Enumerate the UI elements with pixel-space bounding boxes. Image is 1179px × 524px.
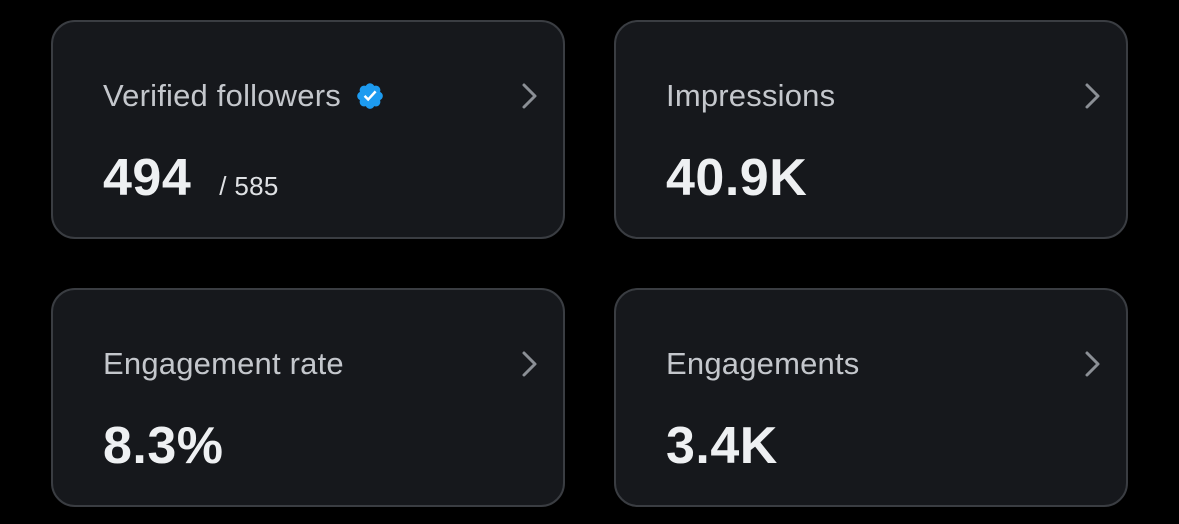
metric-row: 40.9K [666,148,807,208]
engagements-card[interactable]: Engagements 3.4K [614,288,1128,507]
metric-total: / 585 [219,171,279,201]
chevron-right-icon [519,348,541,380]
engagement-rate-card[interactable]: Engagement rate 8.3% [51,288,565,507]
card-header: Engagement rate [103,346,344,382]
verified-badge-icon [355,81,385,111]
metric-row: 494 / 585 [103,148,279,208]
chevron-right-icon [519,80,541,112]
card-label: Impressions [666,78,836,113]
card-header: Impressions [666,78,835,114]
card-header: Verified followers [103,78,385,114]
metric-row: 3.4K [666,416,778,476]
metric-value: 8.3% [103,417,224,475]
card-header: Engagements [666,346,860,382]
metric-value: 40.9K [666,149,808,207]
metric-value: 494 [103,149,192,207]
metric-value: 3.4K [666,417,778,475]
chevron-right-icon [1082,80,1104,112]
chevron-right-icon [1082,348,1104,380]
impressions-card[interactable]: Impressions 40.9K [614,20,1128,239]
card-label: Engagement rate [103,346,344,381]
verified-followers-card[interactable]: Verified followers 494 / 585 [51,20,565,239]
card-label: Verified followers [103,78,341,113]
metric-row: 8.3% [103,416,224,476]
card-label: Engagements [666,346,860,381]
